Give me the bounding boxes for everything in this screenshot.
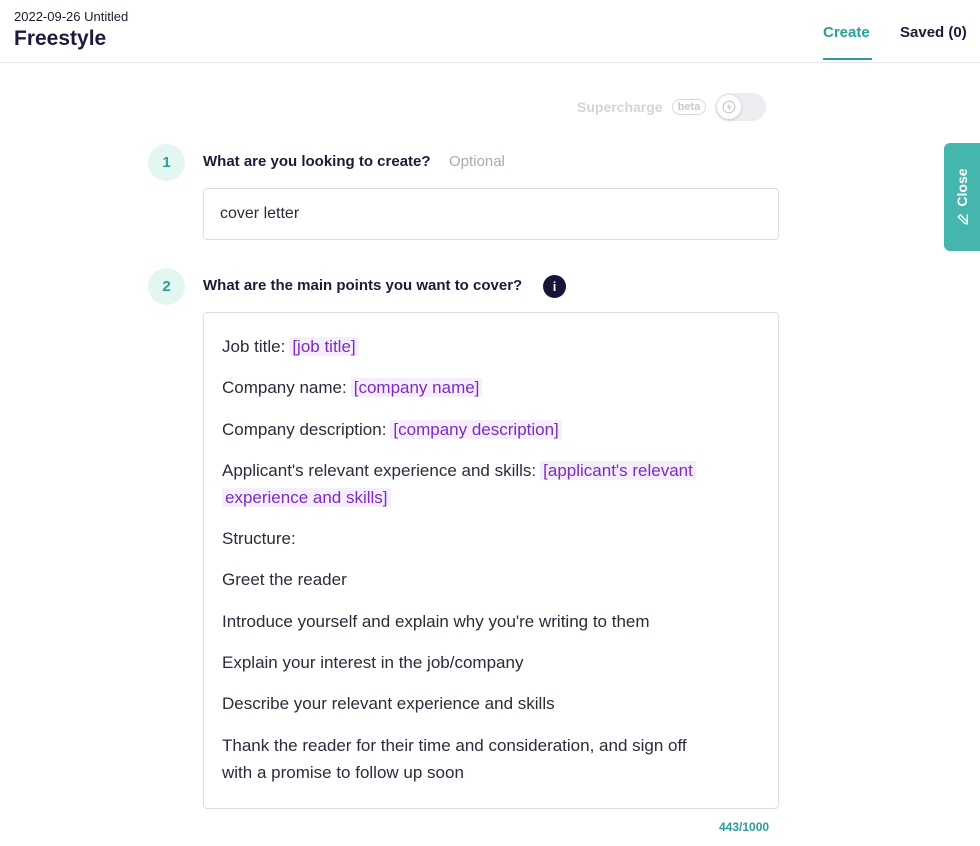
supercharge-toggle[interactable] [715,93,767,121]
variable-company-name: [company name] [350,378,483,397]
variable-applicant-experience: [applicant's relevant [540,461,696,480]
line-text: Company name: [222,378,347,397]
create-type-input[interactable]: cover letter [203,188,779,240]
line-company-name: Company name: [company name] [222,374,762,401]
main-points-textarea[interactable]: Job title: [job title] Company name: [comp… [203,312,779,809]
variable-applicant-experience-cont: experience and skills] [222,488,391,507]
app-header: 2022-09-26 Untitled Freestyle Create Sav… [0,0,980,63]
line-structure: Structure: [222,529,296,548]
line-company-description: Company description: [company description… [222,416,762,443]
supercharge-control: Supercharge beta [577,92,767,122]
pencil-icon [957,214,968,225]
lightning-icon [722,100,736,114]
line-text: Thank the reader for their time and cons… [222,736,687,755]
close-panel-button[interactable]: Close [944,143,980,251]
optional-label: Optional [449,153,505,170]
line-describe: Describe your relevant experience and sk… [222,694,555,713]
step-2-label: What are the main points you want to cov… [203,277,523,294]
character-counter: 443/1000 [719,820,770,834]
beta-badge: beta [671,99,707,115]
close-label: Close [954,168,970,207]
toggle-knob [717,95,742,119]
line-text: Job title: [222,337,286,356]
line-interest: Explain your interest in the job/company [222,653,524,672]
line-thank: Thank the reader for their time and cons… [222,732,762,786]
line-job-title: Job title: [job title] [222,333,762,360]
supercharge-label: Supercharge [577,99,663,115]
variable-job-title: [job title] [289,337,359,356]
tab-saved[interactable]: Saved (0) [900,24,967,41]
close-panel-inner: Close [954,168,970,225]
info-icon[interactable]: i [543,275,566,298]
line-introduce: Introduce yourself and explain why you'r… [222,612,650,631]
tab-create-underline [823,58,872,60]
line-applicant-experience: Applicant's relevant experience and skil… [222,457,762,511]
step-1-badge: 1 [148,144,185,181]
page-title: Freestyle [14,27,107,50]
line-text-cont: with a promise to follow up soon [222,763,464,782]
variable-company-description: [company description] [390,420,562,439]
document-meta: 2022-09-26 Untitled [14,9,129,24]
line-text: Applicant's relevant experience and skil… [222,461,537,480]
step-1-label: What are you looking to create? [203,153,431,170]
step-2-badge: 2 [148,268,185,305]
line-greet: Greet the reader [222,570,347,589]
tab-create[interactable]: Create [823,24,870,41]
line-text: Company description: [222,420,387,439]
